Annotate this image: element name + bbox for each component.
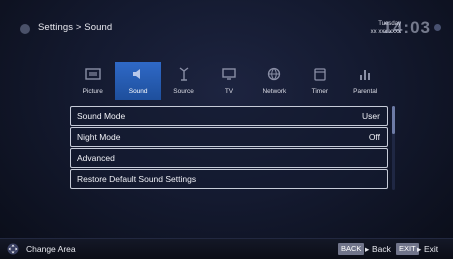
timer-icon xyxy=(314,68,326,81)
parental-icon xyxy=(360,70,371,80)
back-arrow-icon: ▸ xyxy=(365,244,370,254)
tab-source[interactable]: Source xyxy=(161,62,206,100)
status-dot-icon xyxy=(434,24,441,31)
menu-item-label: Night Mode xyxy=(77,132,121,142)
tab-label: Parental xyxy=(353,88,378,95)
menu-item-value: User xyxy=(362,111,380,121)
antenna-icon xyxy=(179,67,188,81)
tab-label: Timer xyxy=(311,88,328,95)
dpad-icon xyxy=(7,243,19,255)
menu-item-label: Advanced xyxy=(77,153,115,163)
back-label: Back xyxy=(372,244,391,254)
tab-picture[interactable]: Picture xyxy=(70,62,115,100)
scroll-thumb[interactable] xyxy=(392,106,395,134)
tab-label: Network xyxy=(262,88,287,95)
exit-arrow-icon: ▸ xyxy=(417,244,422,254)
tab-parental[interactable]: Parental xyxy=(343,62,388,100)
tab-label: Picture xyxy=(82,88,103,95)
footer-bar: Change Area BACK ▸ Back EXIT ▸ Exit xyxy=(0,238,453,259)
tab-sound[interactable]: Sound xyxy=(115,62,161,100)
menu-item-advanced[interactable]: Advanced xyxy=(70,148,388,168)
menu-item-label: Sound Mode xyxy=(77,111,126,121)
menu-dot-icon xyxy=(20,24,30,34)
menu-item-label: Restore Default Sound Settings xyxy=(77,174,197,184)
menu-item-value: Off xyxy=(368,132,380,142)
tab-tv[interactable]: TV xyxy=(206,62,251,100)
menu-item-night-mode[interactable]: Night Mode Off xyxy=(70,127,388,147)
exit-key-badge[interactable]: EXIT xyxy=(396,243,419,255)
tab-label: Source xyxy=(173,88,194,95)
globe-icon xyxy=(268,67,281,81)
page-title: Settings > Sound xyxy=(38,22,113,33)
tab-timer[interactable]: Timer xyxy=(297,62,342,100)
tv-icon xyxy=(222,68,236,80)
scrollbar[interactable] xyxy=(392,106,395,190)
picture-icon xyxy=(85,68,101,80)
menu-item-sound-mode[interactable]: Sound Mode User xyxy=(70,106,388,126)
sound-icon xyxy=(133,69,141,79)
clock: 14:03 xyxy=(382,18,431,37)
tab-label: TV xyxy=(224,88,234,95)
tab-network[interactable]: Network xyxy=(252,62,297,100)
menu-item-restore-defaults[interactable]: Restore Default Sound Settings xyxy=(70,169,388,189)
change-area-label: Change Area xyxy=(26,244,76,254)
exit-label: Exit xyxy=(424,244,439,254)
category-bar: Picture Sound Source TV Network Timer Pa… xyxy=(70,62,388,100)
back-key-badge[interactable]: BACK xyxy=(338,243,365,255)
sound-menu: Sound Mode User Night Mode Off Advanced … xyxy=(70,106,388,190)
header: Settings > Sound Tuesday xx xxx xxxx 14:… xyxy=(0,0,453,60)
tab-label: Sound xyxy=(128,88,148,95)
tv-settings-screen: Settings > Sound Tuesday xx xxx xxxx 14:… xyxy=(0,0,453,259)
